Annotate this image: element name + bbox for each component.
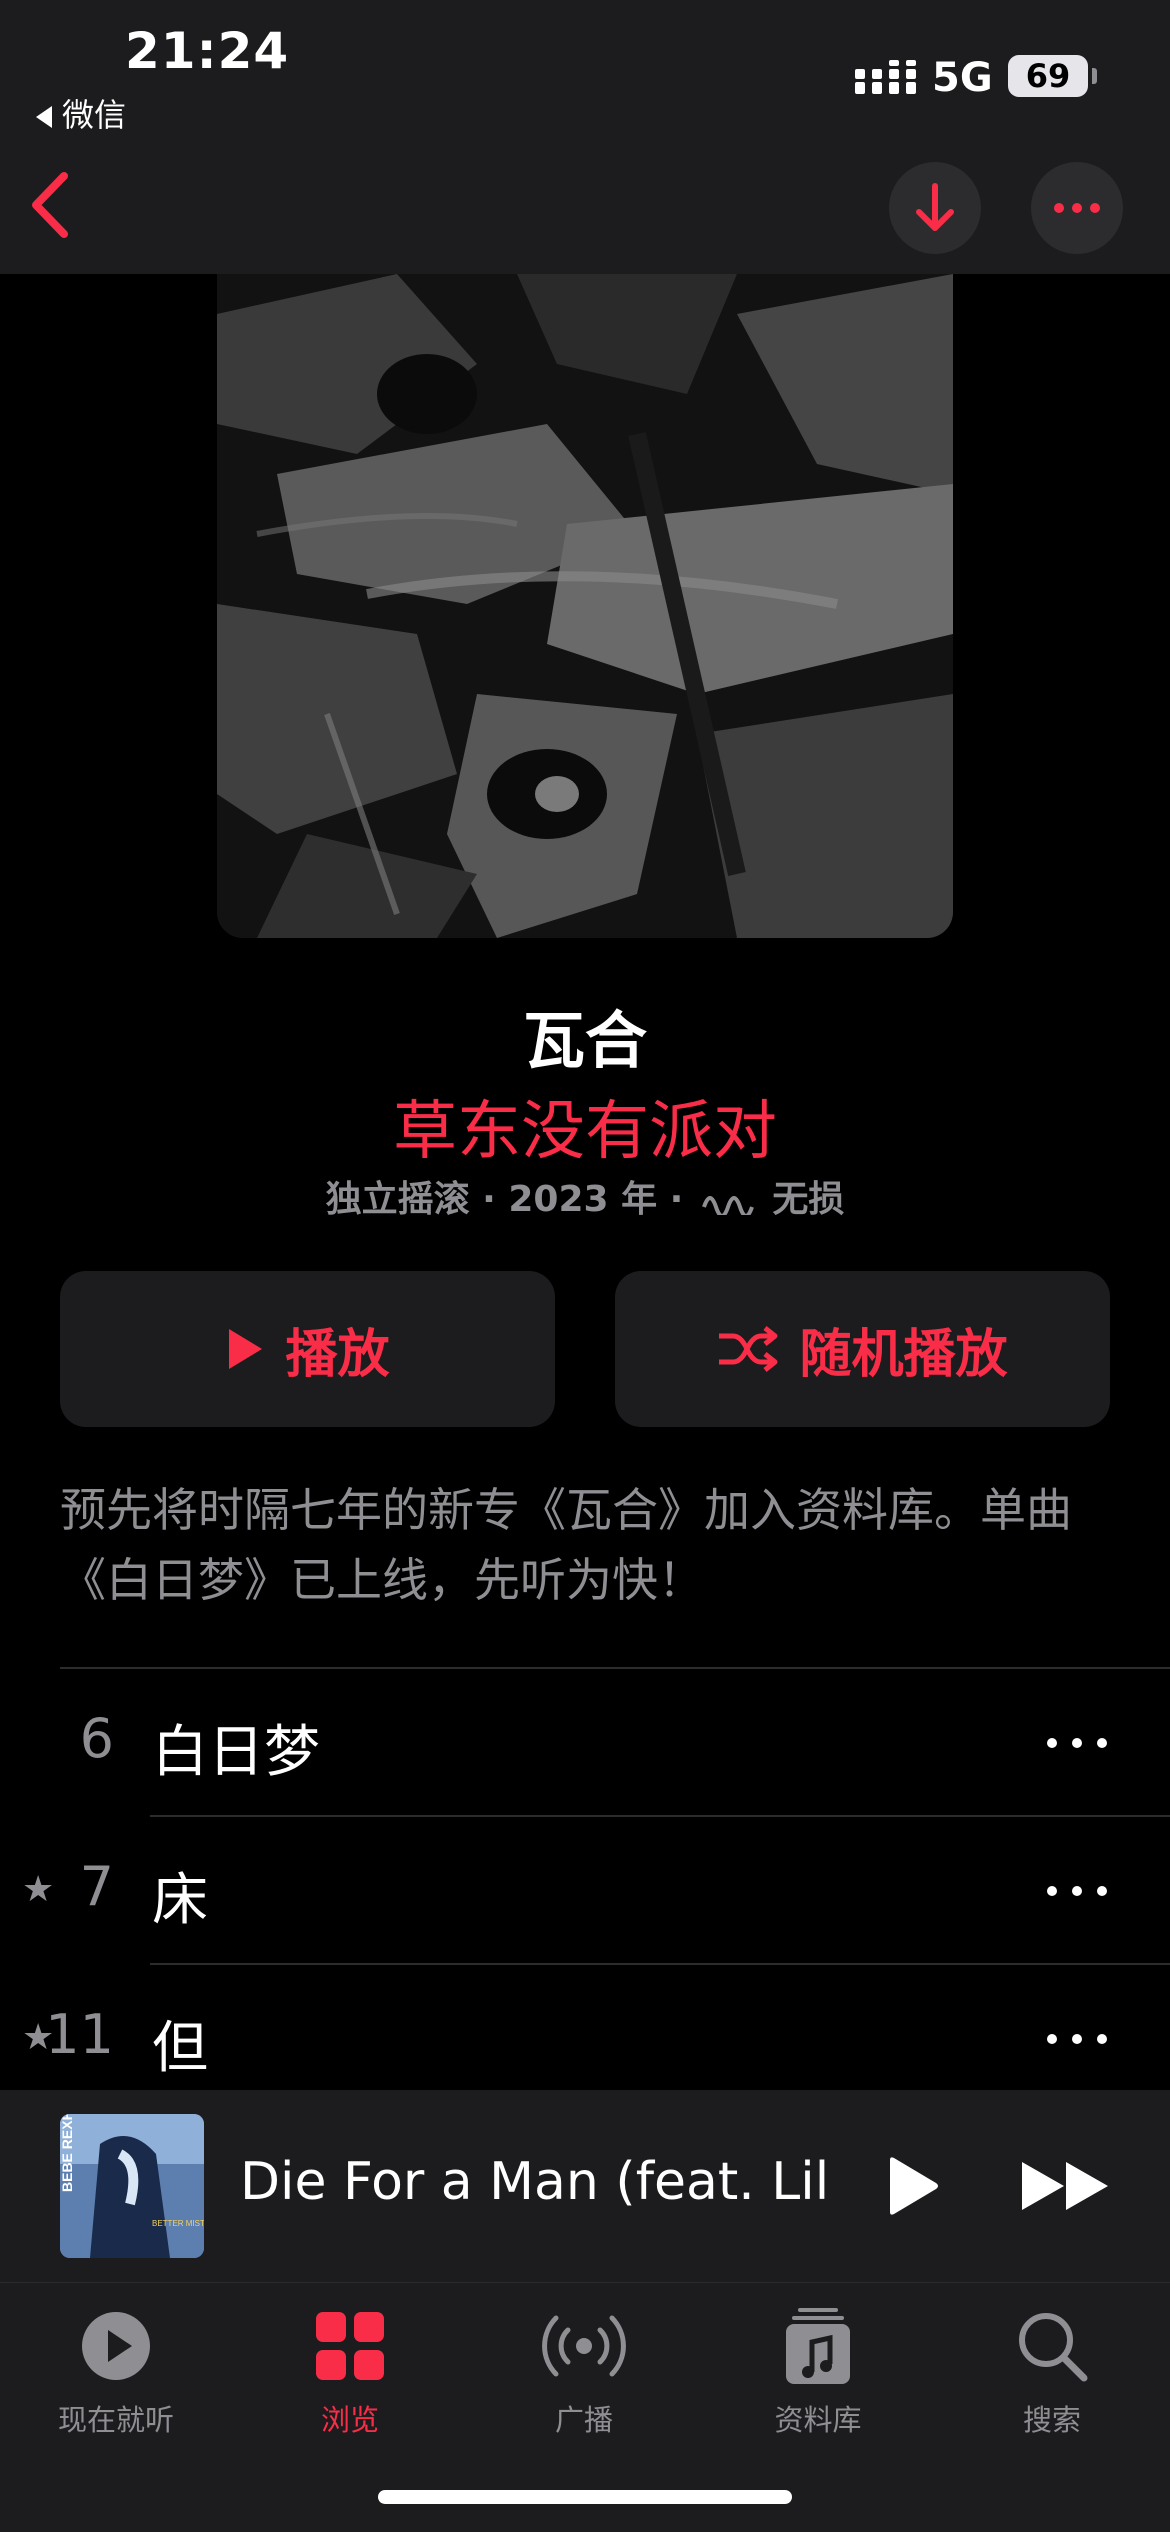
shuffle-button[interactable]: 随机播放 [615, 1271, 1110, 1427]
more-options-button[interactable] [1031, 162, 1123, 254]
grid-icon [316, 2312, 384, 2380]
home-indicator[interactable] [378, 2490, 792, 2504]
tab-label: 浏览 [320, 2403, 379, 2437]
artwork-artist-text: BEBE REXHA [60, 2114, 75, 2192]
meta-separator: · [669, 1179, 696, 1220]
mini-player[interactable]: BEBE REXHA BETTER MISTAKES Die For a Man… [0, 2090, 1170, 2282]
artwork-album-text: BETTER MISTAKES [152, 2219, 204, 2228]
mini-player-artwork: BEBE REXHA BETTER MISTAKES [60, 2114, 204, 2258]
album-meta: 独立摇滚 · 2023 年 · 无损 [0, 1170, 1170, 1222]
album-genre: 独立摇滚 [325, 1179, 470, 1220]
ellipsis-icon [1054, 203, 1100, 213]
battery-tip [1092, 68, 1097, 84]
play-button[interactable]: 播放 [60, 1271, 555, 1427]
track-more-icon[interactable] [1040, 1731, 1114, 1755]
signal-icon [855, 60, 916, 94]
track-row[interactable]: 6 白日梦 [0, 1669, 1170, 1817]
chevron-left-icon[interactable] [20, 168, 90, 242]
broadcast-icon [542, 2315, 626, 2377]
track-number: 7 [79, 1855, 114, 1918]
play-circle-icon [82, 2312, 150, 2380]
arrow-down-icon [916, 183, 954, 231]
tab-library[interactable]: 资料库 [718, 2303, 918, 2439]
back-to-app-link[interactable]: 微信 [36, 90, 126, 136]
tab-label: 搜索 [1022, 2403, 1081, 2437]
track-more-icon[interactable] [1040, 2027, 1114, 2051]
fast-forward-icon[interactable] [1020, 2158, 1112, 2214]
album-artwork[interactable] [217, 274, 953, 938]
download-button[interactable] [889, 162, 981, 254]
tab-listen-now[interactable]: 现在就听 [16, 2303, 216, 2439]
track-number: 6 [79, 1707, 114, 1770]
play-icon [229, 1329, 263, 1369]
tab-browse[interactable]: 浏览 [250, 2303, 450, 2439]
shuffle-icon [719, 1326, 778, 1372]
track-title: 白日梦 [152, 1720, 320, 1785]
status-time: 21:24 [125, 22, 290, 80]
album-title: 瓦合 [522, 1004, 647, 1077]
search-icon [1019, 2313, 1088, 2382]
network-type: 5G [932, 55, 993, 101]
tab-search[interactable]: 搜索 [952, 2303, 1152, 2439]
library-icon [786, 2308, 850, 2384]
track-more-icon[interactable] [1040, 1879, 1114, 1903]
album-year: 2023 年 [508, 1179, 658, 1220]
mini-player-artwork-image: BEBE REXHA BETTER MISTAKES [60, 2114, 204, 2258]
track-title: 床 [152, 1868, 208, 1933]
play-label: 播放 [285, 1324, 390, 1385]
album-artwork-image [217, 274, 953, 938]
back-triangle-icon [36, 106, 52, 128]
tab-label: 广播 [554, 2403, 613, 2437]
meta-separator: · [482, 1179, 509, 1220]
mini-player-title: Die For a Man (feat. Lil U... [240, 2152, 840, 2212]
tab-radio[interactable]: 广播 [484, 2303, 684, 2439]
shuffle-label: 随机播放 [799, 1324, 1008, 1385]
artist-name-link[interactable]: 草东没有派对 [0, 1080, 1170, 1172]
play-icon[interactable] [884, 2156, 940, 2216]
tab-label: 资料库 [774, 2403, 862, 2437]
header: 21:24 微信 5G 69 [0, 0, 1170, 274]
track-number: 11 [45, 2003, 114, 2066]
track-title: 但 [152, 2016, 208, 2081]
album-description: 预先将时隔七年的新专《瓦合》加入资料库。单曲《白日梦》已上线，先听为快！ [60, 1483, 1072, 1607]
track-row[interactable]: ★ 7 床 [0, 1817, 1170, 1965]
battery-level: 69 [1008, 55, 1088, 97]
lossless-icon [701, 1196, 754, 1218]
album-quality: 无损 [772, 1179, 845, 1220]
tab-label: 现在就听 [57, 2403, 174, 2437]
back-app-label: 微信 [62, 96, 127, 134]
